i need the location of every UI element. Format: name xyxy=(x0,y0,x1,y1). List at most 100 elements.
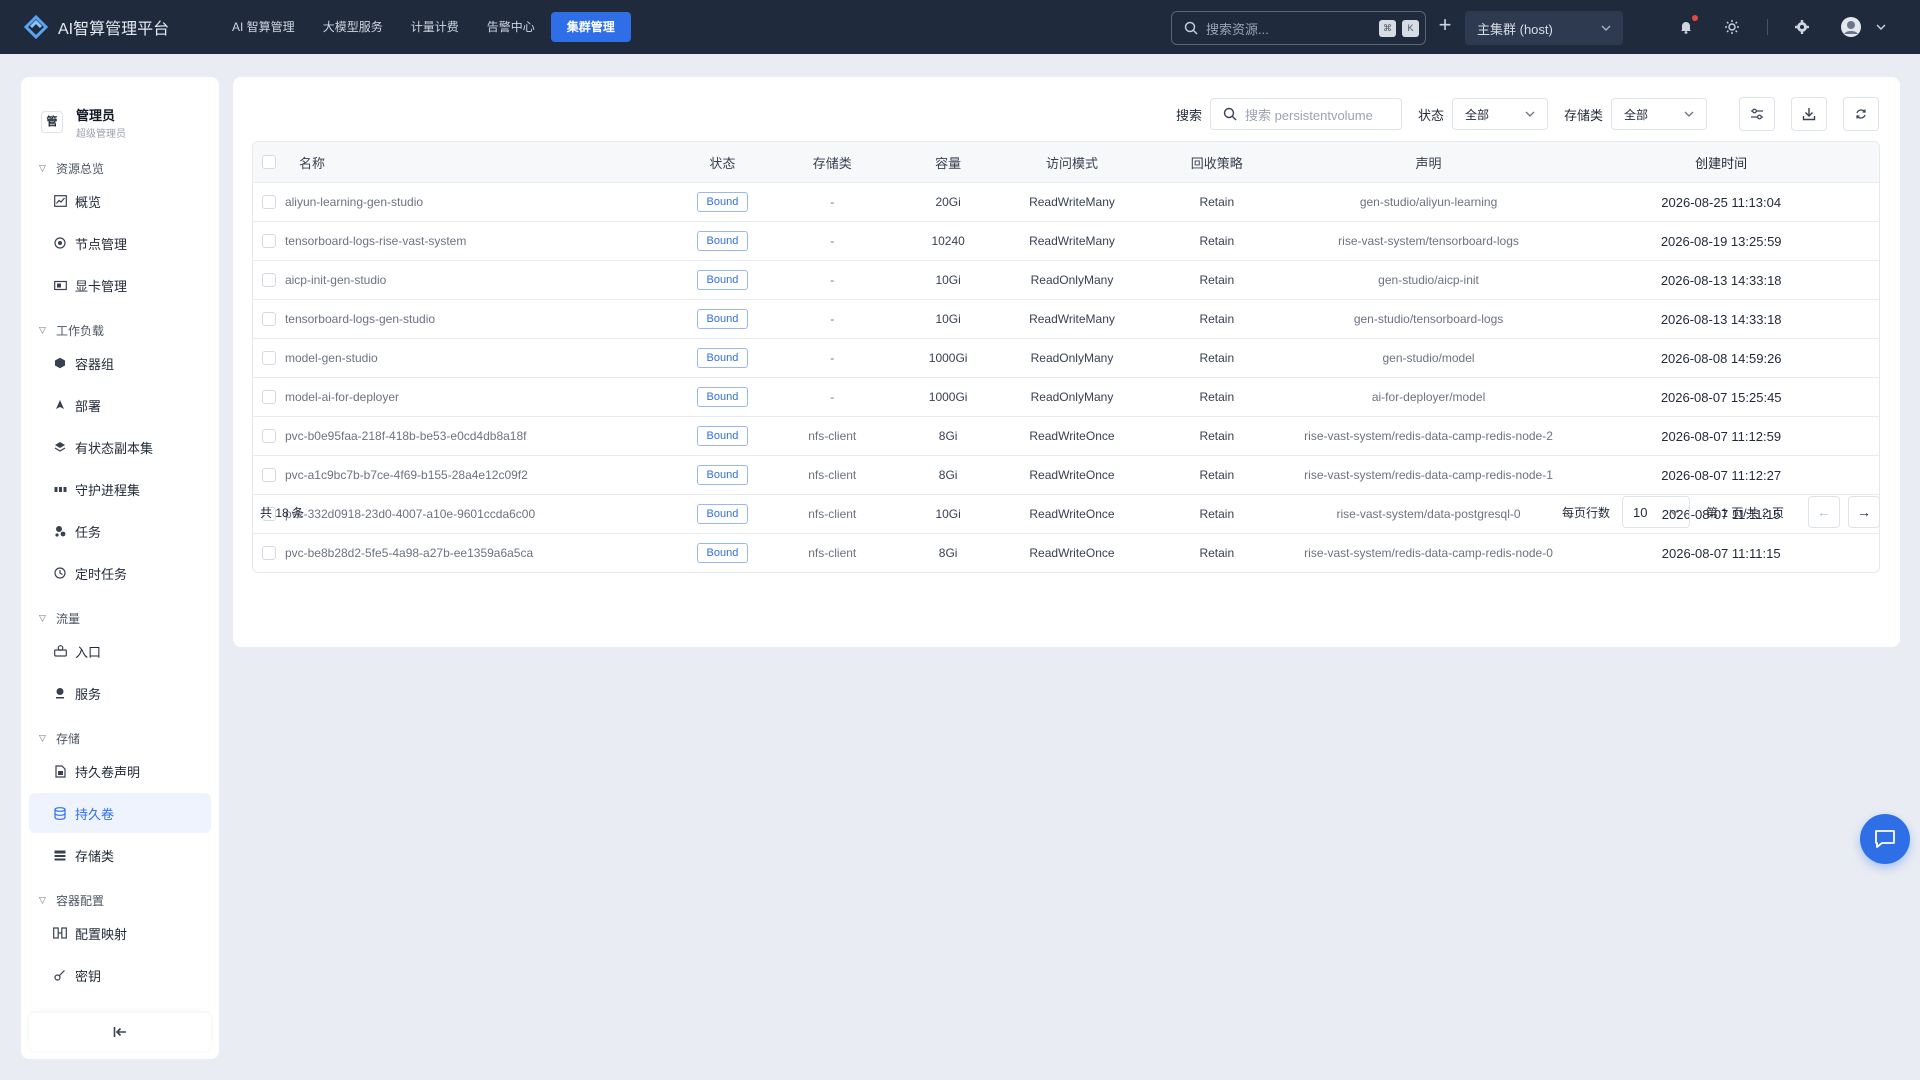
user-role: 超级管理员 xyxy=(76,128,126,140)
cell-name[interactable]: pvc-b0e95faa-218f-418b-be53-e0cd4db8a18f xyxy=(285,429,673,443)
cell-status: Bound xyxy=(672,270,772,290)
table-row[interactable]: model-ai-for-deployer Bound - 1000Gi ReadOnl… xyxy=(253,377,1879,416)
shortcut-cmd-key: ⌘ xyxy=(1379,19,1396,37)
row-checkbox[interactable] xyxy=(261,468,276,482)
user-info: 管 管理员 超级管理员 xyxy=(21,77,219,147)
row-checkbox[interactable] xyxy=(261,312,276,326)
table-row[interactable]: model-gen-studio Bound - 1000Gi ReadOnlyMany… xyxy=(253,338,1879,377)
header-claim[interactable]: 声明 xyxy=(1294,153,1564,172)
refresh-button[interactable] xyxy=(1843,97,1879,131)
nav-billing[interactable]: 计量计费 xyxy=(397,12,473,42)
table-row[interactable]: pvc-be8b28d2-5fe5-4a98-a27b-ee1359a6a5ca… xyxy=(253,533,1879,572)
global-search-input[interactable]: 搜索资源... ⌘ K xyxy=(1171,11,1426,45)
row-checkbox[interactable] xyxy=(261,390,276,404)
row-checkbox[interactable] xyxy=(261,351,276,365)
sidebar-item-cronjobs[interactable]: 定时任务 xyxy=(29,553,211,593)
sidebar-item-pv[interactable]: 持久卷 xyxy=(29,793,211,833)
header-access-mode[interactable]: 访问模式 xyxy=(1004,153,1140,172)
sidebar-item-statefulsets[interactable]: 有状态副本集 xyxy=(29,427,211,467)
cell-name[interactable]: aliyun-learning-gen-studio xyxy=(285,195,673,209)
sidebar-group-storage[interactable]: ▽ 存储 xyxy=(21,727,219,749)
sidebar-group-resource-overview[interactable]: ▽ 资源总览 xyxy=(21,157,219,179)
sidebar-item-configmaps[interactable]: 配置映射 xyxy=(29,913,211,953)
table-row[interactable]: pvc-a1c9bc7b-b7ce-4f69-b155-28a4e12c09f2… xyxy=(253,455,1879,494)
row-select-cell xyxy=(253,468,285,482)
cell-status: Bound xyxy=(672,309,772,329)
sidebar-item-deployments[interactable]: 部署 xyxy=(29,385,211,425)
bell-icon xyxy=(1681,22,1691,34)
table-row[interactable]: tensorboard-logs-gen-studio Bound - 10Gi Rea… xyxy=(253,299,1879,338)
sidebar-item-storageclass[interactable]: 存储类 xyxy=(29,835,211,875)
gear-icon xyxy=(1795,20,1809,34)
nav-ai-compute[interactable]: AI 智算管理 xyxy=(218,12,309,42)
sidebar-item-ingress[interactable]: 入口 xyxy=(29,631,211,671)
user-menu[interactable] xyxy=(1840,16,1886,38)
cell-name[interactable]: model-gen-studio xyxy=(285,351,673,365)
table-row[interactable]: tensorboard-logs-rise-vast-system Bound - 1… xyxy=(253,221,1879,260)
cell-created-at: 2026-08-07 11:11:15 xyxy=(1661,545,1781,561)
download-button[interactable] xyxy=(1791,97,1827,131)
chat-assistant-button[interactable] xyxy=(1860,814,1910,864)
header-capacity[interactable]: 容量 xyxy=(892,153,1004,172)
pv-search-input[interactable]: 搜索 persistentvolume xyxy=(1209,98,1402,130)
cell-name[interactable]: model-ai-for-deployer xyxy=(285,390,673,404)
cell-name[interactable]: tensorboard-logs-rise-vast-system xyxy=(285,234,673,248)
header-storageclass[interactable]: 存储类 xyxy=(772,153,892,172)
next-page-button[interactable]: → xyxy=(1848,496,1880,528)
sidebar-item-pvc[interactable]: 持久卷声明 xyxy=(29,751,211,791)
theme-toggle-button[interactable] xyxy=(1721,16,1743,38)
sidebar-collapse-button[interactable] xyxy=(29,1013,211,1051)
header-created-at[interactable]: 创建时间 xyxy=(1563,153,1879,172)
sidebar-item-jobs[interactable]: 任务 xyxy=(29,511,211,551)
cluster-select[interactable]: 主集群 (host) xyxy=(1465,11,1623,45)
cell-created-at: 2026-08-13 14:33:18 xyxy=(1660,311,1782,327)
nav-cluster-management[interactable]: 集群管理 xyxy=(550,12,631,42)
row-select-cell xyxy=(253,273,285,287)
sidebar-item-gpu[interactable]: 显卡管理 xyxy=(29,265,211,305)
sidebar-item-secrets[interactable]: 密钥 xyxy=(29,955,211,995)
sidebar-item-label: 部署 xyxy=(75,398,102,414)
table-row[interactable]: aicp-init-gen-studio Bound - 10Gi ReadOnlyMa… xyxy=(253,260,1879,299)
header-reclaim-policy[interactable]: 回收策略 xyxy=(1140,153,1294,172)
row-checkbox[interactable] xyxy=(261,429,276,443)
cell-access-mode: ReadOnlyMany xyxy=(1030,351,1114,365)
settings-button[interactable] xyxy=(1791,16,1813,38)
row-checkbox[interactable] xyxy=(261,546,276,560)
storageclass-filter-select[interactable]: 全部 xyxy=(1611,98,1707,130)
cell-name[interactable]: tensorboard-logs-gen-studio xyxy=(285,312,673,326)
logo[interactable]: AI智算管理平台 xyxy=(22,13,218,41)
sidebar-item-daemonsets[interactable]: 守护进程集 xyxy=(29,469,211,509)
row-checkbox[interactable] xyxy=(261,273,276,287)
table-row[interactable]: pvc-b0e95faa-218f-418b-be53-e0cd4db8a18f… xyxy=(253,416,1879,455)
sidebar-item-nodes[interactable]: 节点管理 xyxy=(29,223,211,263)
sidebar-group-workloads[interactable]: ▽ 工作负载 xyxy=(21,319,219,341)
nav-llm-service[interactable]: 大模型服务 xyxy=(309,12,397,42)
layers-icon xyxy=(53,440,67,454)
prev-page-button[interactable]: ← xyxy=(1808,496,1840,528)
nav-alert-center[interactable]: 告警中心 xyxy=(473,12,549,42)
sidebar-item-overview[interactable]: 概览 xyxy=(29,181,211,221)
status-filter-select[interactable]: 全部 xyxy=(1451,98,1548,130)
table-row[interactable]: aliyun-learning-gen-studio Bound - 20Gi Read… xyxy=(253,182,1879,221)
sidebar-item-services[interactable]: 服务 xyxy=(29,673,211,713)
row-checkbox[interactable] xyxy=(261,234,276,248)
select-all-checkbox[interactable] xyxy=(261,155,276,169)
cell-created-at: 2026-08-25 11:13:04 xyxy=(1661,194,1782,210)
sidebar-item-label: 任务 xyxy=(75,524,102,540)
cell-name[interactable]: pvc-a1c9bc7b-b7ce-4f69-b155-28a4e12c09f2 xyxy=(285,468,673,482)
row-checkbox[interactable] xyxy=(261,195,276,209)
per-page-select[interactable]: 10 xyxy=(1621,496,1690,528)
sidebar-item-label: 密钥 xyxy=(75,968,102,984)
column-settings-button[interactable] xyxy=(1739,97,1775,131)
header-name[interactable]: 名称 xyxy=(285,153,673,172)
sidebar-group-container-config[interactable]: ▽ 容器配置 xyxy=(21,889,219,911)
cell-reclaim-policy: Retain xyxy=(1199,312,1235,326)
sidebar-group-traffic[interactable]: ▽ 流量 xyxy=(21,607,219,629)
cell-name[interactable]: pvc-be8b28d2-5fe5-4a98-a27b-ee1359a6a5ca xyxy=(285,546,673,560)
avatar: 管 xyxy=(41,111,63,133)
sidebar-item-pods[interactable]: 容器组 xyxy=(29,343,211,383)
cell-name[interactable]: aicp-init-gen-studio xyxy=(285,273,673,287)
add-button[interactable]: + xyxy=(1434,14,1456,37)
cell-access-mode: ReadWriteOnce xyxy=(1029,468,1115,482)
header-status[interactable]: 状态 xyxy=(672,153,772,172)
